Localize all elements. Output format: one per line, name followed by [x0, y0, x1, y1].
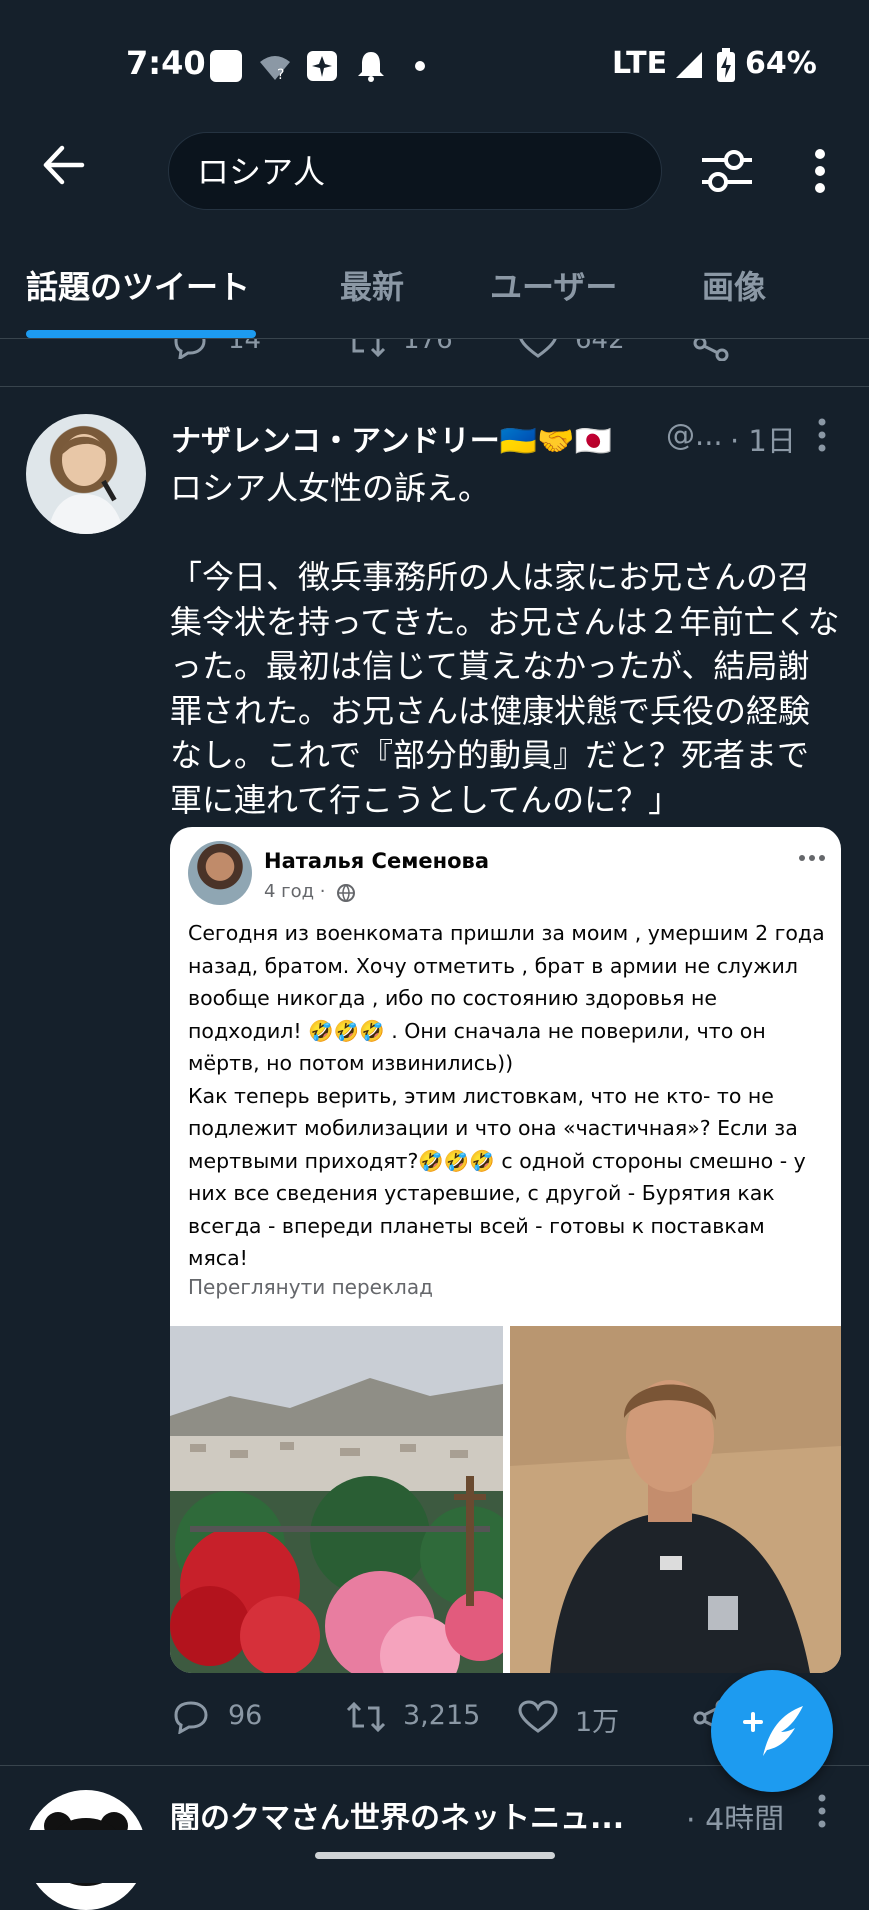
network-type: LTE	[612, 46, 668, 81]
reply-count: 96	[228, 1700, 263, 1731]
embedded-post-text: Сегодня из военкомата пришли за моим , у…	[188, 921, 825, 1270]
share-icon[interactable]	[692, 339, 732, 361]
tweet-image[interactable]: Наталья Семенова 4 год · Сегодня из воен…	[170, 827, 841, 1673]
globe-icon	[337, 884, 355, 903]
like-icon[interactable]	[518, 1700, 558, 1734]
like-count: 1万	[575, 1707, 620, 1738]
tab-top-tweets[interactable]: 話題のツイート	[26, 262, 250, 308]
tweet-timestamp: · 1日	[730, 424, 796, 458]
compose-feather-icon	[743, 1706, 803, 1756]
translate-link: Переглянути переклад	[188, 1275, 433, 1299]
battery-charging-icon	[717, 48, 735, 82]
compose-tweet-button[interactable]	[711, 1670, 833, 1792]
reply-icon[interactable]	[172, 339, 208, 359]
app-notification-icon	[307, 51, 337, 81]
status-bar: 7:40 ? LTE 64%	[0, 0, 869, 130]
tab-users[interactable]: ユーザー	[490, 262, 617, 308]
cemetery-photo	[170, 1326, 503, 1673]
tweet-author-name[interactable]: ナザレンコ・アンドリー🇺🇦🤝🇯🇵	[171, 416, 612, 460]
retweet-icon[interactable]	[346, 1700, 386, 1734]
retweet-icon[interactable]	[346, 339, 386, 359]
tweet-author-handle[interactable]: @...	[666, 418, 723, 452]
embedded-author-avatar	[188, 841, 252, 905]
retweet-count: 176	[403, 339, 453, 355]
back-arrow-icon[interactable]	[40, 142, 86, 188]
notification-square-icon	[210, 50, 242, 82]
wifi-question-icon: ?	[260, 56, 290, 82]
previous-tweet-actions: 14 176 642	[0, 339, 869, 367]
signal-icon	[676, 52, 702, 78]
active-tab-indicator	[26, 330, 256, 338]
reply-count: 14	[228, 339, 262, 355]
home-indicator[interactable]	[315, 1852, 555, 1859]
next-tweet-more-icon[interactable]	[816, 1794, 828, 1828]
status-time: 7:40	[126, 44, 206, 82]
reply-icon[interactable]	[172, 1700, 210, 1734]
search-input[interactable]: ロシア人	[168, 132, 662, 210]
embedded-more-icon	[799, 855, 825, 861]
author-photo	[48, 434, 124, 534]
embedded-post-meta: 4 год ·	[264, 881, 326, 902]
tweet-text: ロシア人女性の訴え。 「今日、徴兵事務所の人は家にお兄さんの召集令状を持ってきた…	[170, 469, 840, 819]
like-count: 642	[575, 339, 625, 355]
brother-photo	[510, 1326, 841, 1673]
retweet-count: 3,215	[403, 1700, 481, 1731]
svg-text:?: ?	[277, 67, 284, 82]
bell-icon	[358, 52, 384, 82]
author-avatar[interactable]	[26, 414, 146, 534]
search-filter-icon[interactable]	[700, 146, 754, 196]
like-icon[interactable]	[518, 339, 558, 359]
tweet-divider	[0, 386, 869, 387]
tab-latest[interactable]: 最新	[340, 262, 404, 308]
dot-icon	[415, 61, 425, 71]
tab-images[interactable]: 画像	[702, 262, 766, 308]
embedded-author-name: Наталья Семенова	[264, 849, 490, 873]
tweet-more-icon[interactable]	[816, 418, 828, 452]
battery-level: 64%	[745, 46, 817, 81]
more-options-icon[interactable]	[812, 148, 828, 194]
